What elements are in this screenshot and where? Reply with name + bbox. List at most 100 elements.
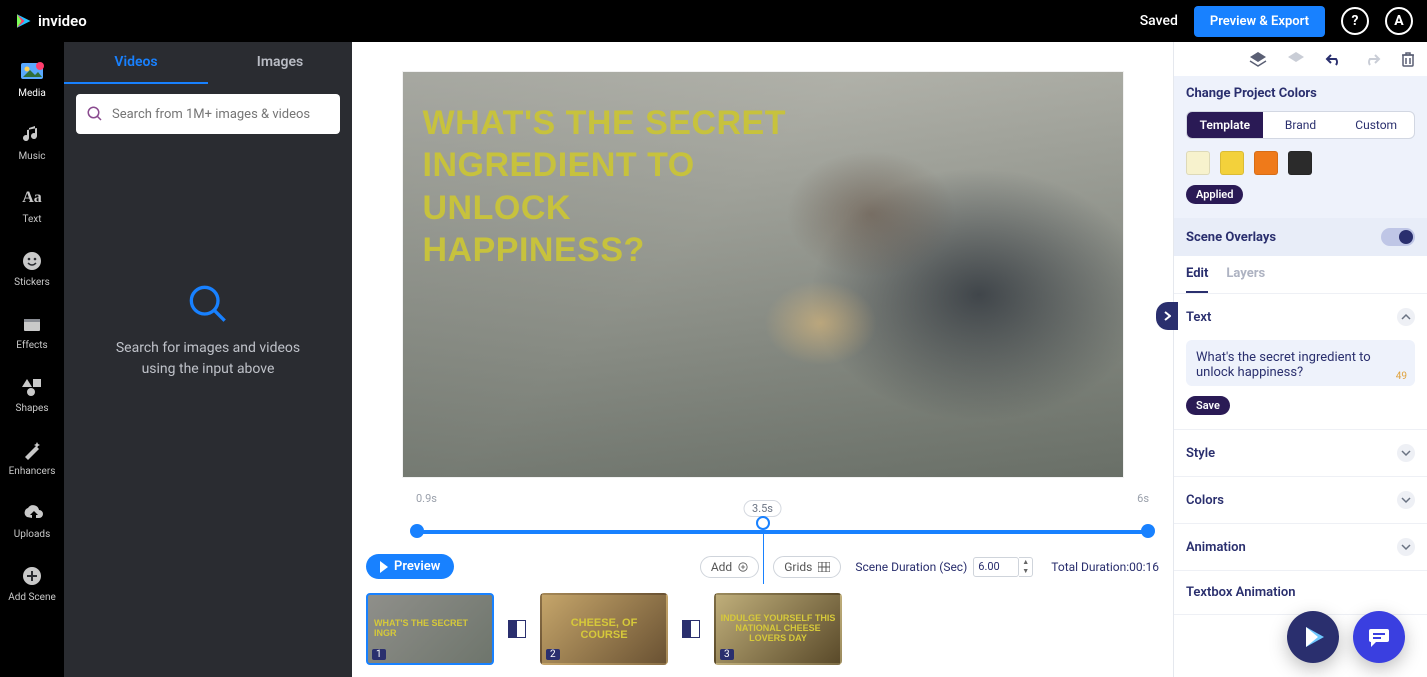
project-colors-title: Change Project Colors <box>1186 86 1415 101</box>
tool-stickers[interactable]: Stickers <box>4 243 60 294</box>
transition-2-3[interactable] <box>682 620 700 638</box>
media-empty-state: Search for images and videos using the i… <box>64 144 352 677</box>
media-search-input[interactable] <box>112 107 330 122</box>
headline-text-input[interactable]: What's the secret ingredient to unlock h… <box>1186 340 1415 386</box>
layers-front-icon[interactable] <box>1249 51 1267 67</box>
acc-title: Colors <box>1186 493 1224 508</box>
tool-enhancers[interactable]: Enhancers <box>4 432 60 483</box>
acc-title: Animation <box>1186 540 1246 555</box>
fab-play-button[interactable] <box>1287 611 1339 663</box>
tool-label: Enhancers <box>9 466 56 477</box>
tool-music[interactable]: Music <box>4 117 60 168</box>
text-icon: Aa <box>20 186 44 210</box>
acc-title: Textbox Animation <box>1186 585 1295 600</box>
tool-label: Uploads <box>14 529 50 540</box>
acc-animation-header[interactable]: Animation <box>1174 524 1427 570</box>
acc-style: Style <box>1174 430 1427 477</box>
scene-number: 1 <box>372 649 386 660</box>
scene-caption: CHEESE, OF COURSE <box>542 595 666 663</box>
canvas-headline[interactable]: What's the secret ingredient to unlock h… <box>423 102 803 272</box>
swatch-3[interactable] <box>1288 151 1312 175</box>
stepper-up-icon[interactable]: ▲ <box>1019 558 1032 567</box>
seg-custom[interactable]: Custom <box>1338 112 1414 138</box>
applied-chip: Applied <box>1186 185 1243 204</box>
acc-textbox-animation: Textbox Animation <box>1174 571 1427 615</box>
time-handle-end[interactable] <box>1141 524 1155 538</box>
music-icon <box>20 123 44 147</box>
scene-duration-input[interactable] <box>973 557 1019 577</box>
media-tab-videos[interactable]: Videos <box>64 42 208 84</box>
tab-layers[interactable]: Layers <box>1226 266 1265 293</box>
media-empty-text: Search for images and videos using the i… <box>98 338 318 380</box>
fab-chat-button[interactable] <box>1353 611 1405 663</box>
layers-back-icon <box>1287 51 1305 67</box>
preview-button[interactable]: Preview <box>366 554 454 579</box>
account-avatar[interactable]: A <box>1385 7 1413 35</box>
brand-logo[interactable]: invideo <box>14 12 87 30</box>
media-panel: Videos Images Search for images and vide… <box>64 42 352 677</box>
add-layer-button[interactable]: Add <box>700 556 759 578</box>
time-start-label: 0.9s <box>416 492 437 505</box>
chevron-down-icon <box>1397 444 1415 462</box>
scene-duration-label: Scene Duration (Sec) <box>855 560 967 574</box>
seg-template[interactable]: Template <box>1187 112 1263 138</box>
preview-export-button[interactable]: Preview & Export <box>1194 6 1325 37</box>
total-duration-value: 00:16 <box>1129 560 1159 574</box>
add-scene-icon <box>20 564 44 588</box>
time-track[interactable] <box>416 530 1149 534</box>
acc-style-header[interactable]: Style <box>1174 430 1427 476</box>
scene-thumb-1[interactable]: WHAT'S THE SECRET INGR 1 <box>366 593 494 665</box>
uploads-icon <box>20 501 44 525</box>
search-icon <box>86 105 104 123</box>
acc-textbox-animation-header[interactable]: Textbox Animation <box>1174 571 1427 614</box>
search-large-icon <box>188 284 228 324</box>
grids-button[interactable]: Grids <box>773 556 841 578</box>
scene-thumb-2[interactable]: CHEESE, OF COURSE 2 <box>540 593 668 665</box>
acc-colors: Colors <box>1174 477 1427 524</box>
invideo-play-icon <box>1298 622 1328 652</box>
save-text-button[interactable]: Save <box>1186 396 1230 415</box>
panel-collapse-handle[interactable] <box>1156 302 1178 330</box>
tool-add-scene[interactable]: Add Scene <box>4 558 60 609</box>
tool-uploads[interactable]: Uploads <box>4 495 60 546</box>
enhancers-icon <box>20 438 44 462</box>
duration-stepper[interactable]: ▲▼ <box>1019 557 1033 577</box>
chevron-down-icon <box>1397 491 1415 509</box>
delete-icon[interactable] <box>1401 51 1415 67</box>
time-handle-start[interactable] <box>410 524 424 538</box>
acc-title: Style <box>1186 446 1215 461</box>
tab-edit[interactable]: Edit <box>1186 266 1208 293</box>
scene-thumb-3[interactable]: INDULGE YOURSELF THIS NATIONAL CHEESE LO… <box>714 593 842 665</box>
grids-label: Grids <box>784 560 812 574</box>
add-label: Add <box>711 560 732 574</box>
grid-icon <box>818 562 830 572</box>
help-button[interactable]: ? <box>1341 7 1369 35</box>
acc-title: Text <box>1186 310 1211 325</box>
tool-shapes[interactable]: Shapes <box>4 369 60 420</box>
scene-overlays-label: Scene Overlays <box>1186 230 1276 245</box>
scene-time-ruler[interactable]: 0.9s 3.5s 6s <box>352 490 1173 550</box>
swatch-0[interactable] <box>1186 151 1210 175</box>
tool-text[interactable]: Aa Text <box>4 180 60 231</box>
tool-effects[interactable]: Effects <box>4 306 60 357</box>
undo-icon[interactable] <box>1325 52 1343 66</box>
swatch-1[interactable] <box>1220 151 1244 175</box>
stickers-icon <box>20 249 44 273</box>
preview-canvas[interactable]: What's the secret ingredient to unlock h… <box>403 72 1123 477</box>
time-playhead[interactable] <box>756 516 770 530</box>
acc-text-header[interactable]: Text <box>1174 294 1427 340</box>
swatch-2[interactable] <box>1254 151 1278 175</box>
tool-label: Effects <box>16 340 47 351</box>
transition-1-2[interactable] <box>508 620 526 638</box>
scene-overlays-row: Scene Overlays <box>1174 218 1427 256</box>
acc-colors-header[interactable]: Colors <box>1174 477 1427 523</box>
scene-overlays-toggle[interactable] <box>1381 228 1415 246</box>
stepper-down-icon[interactable]: ▼ <box>1019 567 1032 576</box>
total-duration-label: Total Duration: <box>1051 560 1129 574</box>
tool-media[interactable]: Media <box>4 54 60 105</box>
seg-brand[interactable]: Brand <box>1263 112 1339 138</box>
media-search-box[interactable] <box>76 94 340 134</box>
media-tab-images[interactable]: Images <box>208 42 352 84</box>
tool-label: Music <box>18 151 45 162</box>
color-source-segmented: Template Brand Custom <box>1186 111 1415 139</box>
